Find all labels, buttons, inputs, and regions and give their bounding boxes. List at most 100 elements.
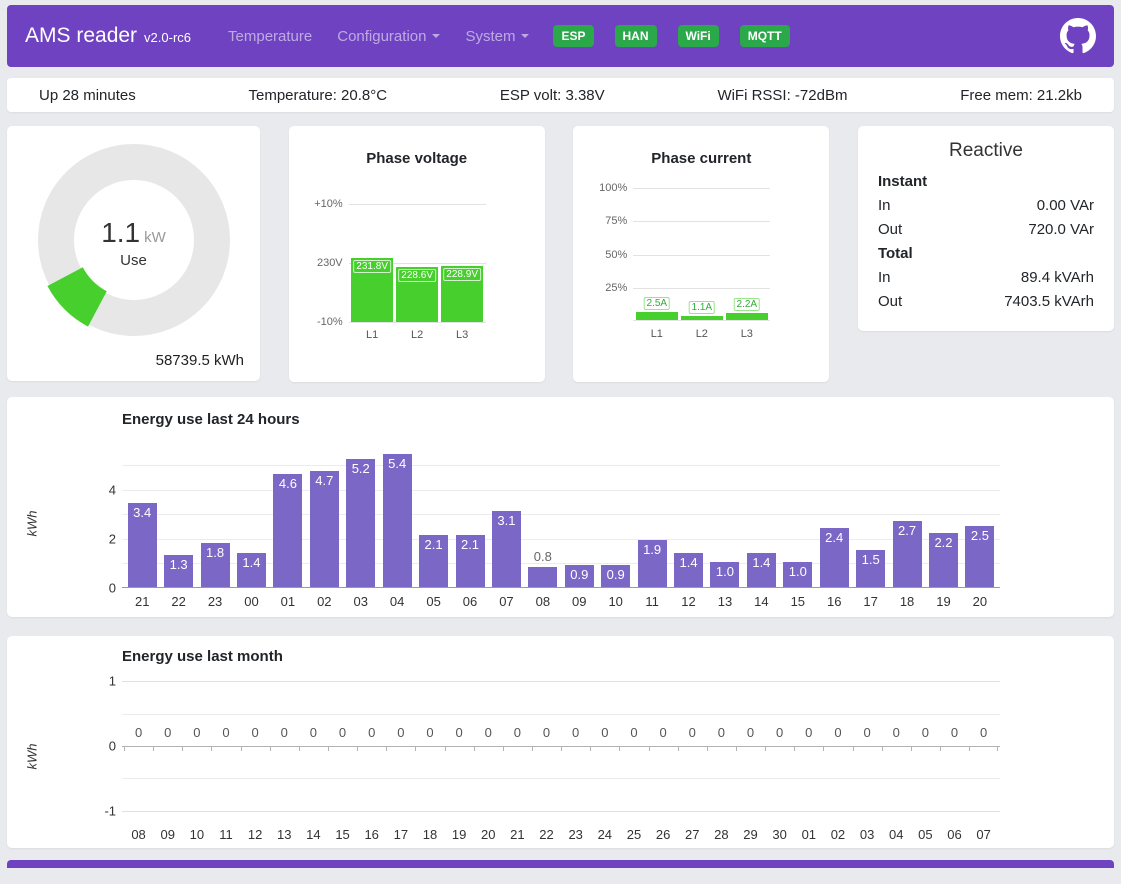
nav-item-label: Temperature [228, 28, 312, 45]
reactive-card: Reactive InstantIn0.00 VArOut720.0 VArTo… [858, 126, 1114, 331]
axis-tick [794, 746, 795, 751]
x-tick-label: 18 [889, 594, 925, 609]
x-tick-label: 06 [452, 594, 488, 609]
axis-tick [911, 746, 912, 751]
x-tick-label: 08 [124, 827, 153, 842]
chevron-down-icon [521, 34, 529, 38]
y-tick-label: 2 [92, 531, 116, 546]
y-tick-label: 4 [92, 482, 116, 497]
nav-item-configuration[interactable]: Configuration [337, 28, 440, 45]
bar-value-label: 0 [252, 725, 259, 740]
bar-slot: 0.8 [525, 438, 561, 587]
bar-value-label: 2.7 [898, 523, 916, 538]
bar-slot: 0 [386, 671, 415, 821]
reactive-row-label: Out [878, 218, 902, 242]
badge-wifi: WiFi [678, 25, 719, 47]
bar-slot: 1.3 [160, 438, 196, 587]
x-tick-label: 18 [415, 827, 444, 842]
reactive-row: In89.4 kVArh [878, 266, 1094, 290]
bar-value-label: 2.4 [825, 530, 843, 545]
bar-value-label: 1.5 [862, 552, 880, 567]
bar-slot: 5.2 [343, 438, 379, 587]
badge-esp: ESP [553, 25, 593, 47]
bar-value-label: 1.4 [679, 555, 697, 570]
x-tick-label: 20 [474, 827, 503, 842]
bar-value-label: 2.5 [971, 528, 989, 543]
x-tick-label: 10 [182, 827, 211, 842]
reactive-section-heading: Total [878, 242, 1094, 266]
bar-slot: 0 [823, 671, 852, 821]
bar-value-label: 3.4 [133, 505, 151, 520]
bar-value-label: 5.4 [388, 456, 406, 471]
reactive-row-value: 0.00 VAr [1037, 194, 1094, 218]
bar: 1.9 [638, 540, 667, 587]
x-tick-label: L1 [351, 329, 393, 341]
x-tick-label: 16 [357, 827, 386, 842]
bar-slot: 4.7 [306, 438, 342, 587]
x-tick-label: 30 [765, 827, 794, 842]
bar-L3: 228.9V [441, 266, 483, 322]
x-tick-label: 07 [969, 827, 998, 842]
github-link[interactable] [1060, 18, 1096, 54]
energy-month-x-axis: 0809101112131415161718192021222324252627… [122, 827, 1000, 842]
status-temperature: Temperature: 20.8°C [249, 87, 388, 104]
bar-value-label: 231.8V [353, 260, 391, 273]
gridline [349, 204, 486, 205]
axis-tick [765, 746, 766, 751]
energy-month-plot-area: 10-1000000000000000000000000000000 08091… [122, 671, 1000, 842]
phase-plot: 100%75%50%25%2.5A1.1A2.2A [633, 188, 770, 321]
phase-current-card: Phase current 100%75%50%25%2.5A1.1A2.2AL… [573, 126, 829, 382]
x-tick-label: 14 [743, 594, 779, 609]
bar-slot: 2.1 [452, 438, 488, 587]
bar-slot: 0 [619, 671, 648, 821]
bar-value-label: 0 [193, 725, 200, 740]
axis-tick [386, 746, 387, 751]
power-gauge: 1.1kW Use [34, 140, 234, 345]
axis-tick [153, 746, 154, 751]
bar-value-label: 0 [514, 725, 521, 740]
app-header: AMS reader v2.0-rc6 TemperatureConfigura… [7, 5, 1114, 67]
nav-item-system[interactable]: System [465, 28, 529, 45]
x-tick-label: 09 [561, 594, 597, 609]
badge-mqtt: MQTT [740, 25, 790, 47]
x-tick-label: 27 [678, 827, 707, 842]
y-tick-label: +10% [293, 198, 343, 210]
nav-item-temperature[interactable]: Temperature [228, 28, 312, 45]
energy-day-plot: 0243.41.31.81.44.64.75.25.42.12.13.10.80… [122, 438, 1000, 588]
bar: 0.8 [528, 567, 557, 587]
bar-slot: 0 [794, 671, 823, 821]
bar: 2.7 [893, 521, 922, 587]
bar-value-label: 1.3 [170, 557, 188, 572]
bar-slot: 1.8 [197, 438, 233, 587]
bar: 0.9 [601, 565, 630, 587]
bar-slot: 0 [357, 671, 386, 821]
bar-value-label: 0.9 [570, 567, 588, 582]
bar-slot: 4.6 [270, 438, 306, 587]
x-tick-label: 21 [124, 594, 160, 609]
bar: 1.0 [783, 562, 812, 587]
y-tick-label: 230V [293, 257, 343, 269]
bar-value-label: 4.7 [315, 473, 333, 488]
bar-slot: 0 [124, 671, 153, 821]
x-tick-label: 26 [649, 827, 678, 842]
phase-voltage-title: Phase voltage [289, 126, 545, 167]
bar-value-label: 228.6V [398, 269, 436, 282]
bar-slot: 2.4 [816, 438, 852, 587]
bar-slot: 0 [882, 671, 911, 821]
x-tick-label: 28 [707, 827, 736, 842]
main-nav: Temperature Configuration System [203, 28, 529, 45]
bar-value-label: 0 [689, 725, 696, 740]
bar-value-label: 2.2 [934, 535, 952, 550]
phase-voltage-card: Phase voltage +10%230V-10%231.8V228.6V22… [289, 126, 545, 382]
bar-value-label: 0 [485, 725, 492, 740]
x-tick-label: 05 [911, 827, 940, 842]
app-title: AMS reader [25, 24, 137, 48]
y-tick-label: 100% [577, 182, 627, 194]
bar-slot: 1.0 [780, 438, 816, 587]
status-wifi-rssi: WiFi RSSI: -72dBm [717, 87, 847, 104]
bar-value-label: 5.2 [352, 461, 370, 476]
x-tick-label: 13 [270, 827, 299, 842]
y-tick-label: 0 [92, 739, 116, 754]
x-tick-label: 20 [962, 594, 998, 609]
axis-tick [997, 746, 998, 751]
